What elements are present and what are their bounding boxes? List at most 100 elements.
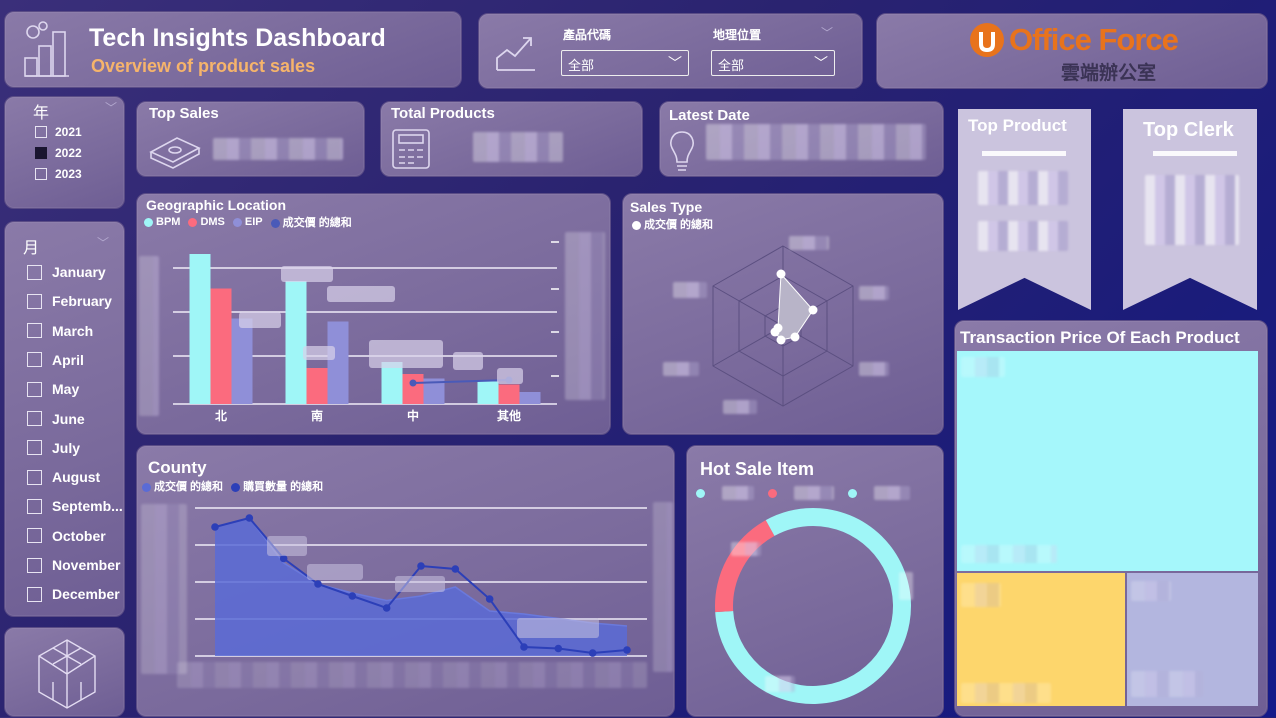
top-product-value-redacted [978, 171, 1068, 205]
month-label: August [52, 469, 101, 486]
bar [285, 281, 307, 404]
month-label: January [52, 264, 106, 280]
checkbox[interactable] [27, 381, 42, 397]
cube-logo-icon [38, 639, 96, 709]
radar-point [773, 323, 783, 333]
brand-name: Office Force [1009, 22, 1179, 57]
month-item-3[interactable]: April [27, 352, 84, 368]
axis-labels-redacted [565, 232, 605, 400]
top-product-value-redacted [978, 221, 1068, 251]
top-product-title: Top Product [968, 116, 1067, 135]
radar-point [776, 335, 786, 345]
slice-label-redacted [731, 542, 761, 556]
page-title: Tech Insights Dashboard [89, 24, 386, 52]
month-label: October [52, 527, 106, 544]
geo-bar-chart: 北 南 中 其他 [173, 241, 559, 423]
line-point [245, 514, 254, 522]
year-label: 2023 [55, 167, 82, 181]
month-item-5[interactable]: June [27, 411, 85, 427]
checkbox[interactable] [27, 264, 42, 280]
month-label: November [52, 557, 121, 573]
top-product-banner: Top Product [958, 109, 1091, 310]
month-item-11[interactable]: December [27, 586, 120, 602]
month-slicer-label: 月 [23, 240, 40, 257]
line-point [417, 562, 425, 570]
month-label: July [52, 439, 81, 456]
month-item-0[interactable]: January [27, 264, 106, 280]
tile-label-redacted [1131, 581, 1171, 601]
office-force-logo-icon [970, 23, 1004, 57]
year-item-2023[interactable]: 2023 [35, 167, 82, 181]
year-label: 2021 [55, 125, 82, 139]
month-label: December [52, 586, 120, 603]
product-code-label: 產品代碼 [563, 28, 612, 42]
location-dropdown[interactable]: 全部 ﹀ [711, 50, 835, 76]
geographic-location-chart: Geographic Location BPM DMS EIP 成交價 的總和 北南中… [136, 193, 611, 435]
year-item-2022[interactable]: 2022 [35, 146, 82, 160]
year-label: 2022 [55, 146, 82, 160]
month-item-7[interactable]: August [27, 469, 100, 485]
month-item-4[interactable]: May [27, 381, 79, 397]
line-point [451, 565, 460, 573]
checkbox-checked[interactable] [35, 147, 47, 159]
data-label-redacted [267, 536, 307, 556]
location-value: 全部 [718, 58, 745, 73]
month-item-9[interactable]: October [27, 528, 106, 544]
axis-labels-redacted [141, 504, 187, 674]
checkbox[interactable] [27, 528, 42, 544]
kpi-value-redacted [473, 132, 563, 162]
checkbox[interactable] [27, 557, 42, 573]
kpi-top-sales: Top Sales [136, 101, 365, 177]
logo-card: Office Force 雲端辦公室 [876, 13, 1268, 89]
slice-label-redacted [899, 572, 913, 600]
line-point [314, 580, 322, 588]
data-label-redacted [281, 266, 333, 282]
checkbox[interactable] [27, 440, 42, 456]
radar-point [776, 269, 786, 279]
location-label: 地理位置 [713, 28, 762, 42]
tile-label-redacted [961, 357, 1005, 377]
month-label: March [52, 322, 94, 339]
month-item-1[interactable]: February [27, 293, 112, 309]
checkbox[interactable] [35, 126, 47, 138]
divider [1153, 151, 1237, 156]
checkbox[interactable] [27, 352, 42, 368]
chart-cubes-icon [24, 21, 69, 77]
radar-label-redacted [723, 400, 757, 414]
checkbox[interactable] [35, 168, 47, 180]
axis-labels-redacted [177, 662, 647, 688]
month-item-2[interactable]: March [27, 323, 93, 339]
data-label-redacted [303, 346, 335, 360]
data-label-redacted [369, 340, 443, 368]
treemap-tile-1[interactable] [957, 351, 1258, 571]
radar-label-redacted [663, 362, 699, 376]
data-label-redacted [307, 564, 363, 580]
month-item-6[interactable]: July [27, 440, 80, 456]
axis-labels-redacted [139, 256, 159, 416]
category-label: 中 [407, 408, 419, 423]
checkbox[interactable] [27, 498, 42, 514]
checkbox[interactable] [27, 411, 42, 426]
line-point [409, 379, 417, 387]
checkbox[interactable] [27, 323, 42, 339]
checkbox[interactable] [27, 293, 42, 309]
month-item-8[interactable]: Septemb... [27, 498, 123, 514]
kpi-title: Total Products [391, 105, 495, 122]
product-code-dropdown[interactable]: 全部 ﹀ [561, 50, 689, 76]
checkbox[interactable] [27, 469, 42, 485]
kpi-value-redacted [213, 138, 343, 160]
year-item-2021[interactable]: 2021 [35, 125, 82, 139]
chevron-down-icon: ﹀ [814, 55, 828, 71]
tile-label-redacted [961, 583, 1001, 607]
checkbox[interactable] [27, 586, 42, 602]
data-label-redacted [327, 286, 395, 302]
top-clerk-banner: Top Clerk [1123, 109, 1257, 310]
growth-chart-icon [496, 37, 535, 71]
data-label-redacted [517, 618, 599, 638]
data-label-redacted [395, 576, 445, 592]
month-item-10[interactable]: November [27, 557, 120, 573]
bar [477, 381, 499, 404]
chevron-down-icon: ﹀ [821, 26, 834, 40]
radar-label-redacted [859, 362, 889, 376]
data-label-redacted [239, 312, 281, 328]
